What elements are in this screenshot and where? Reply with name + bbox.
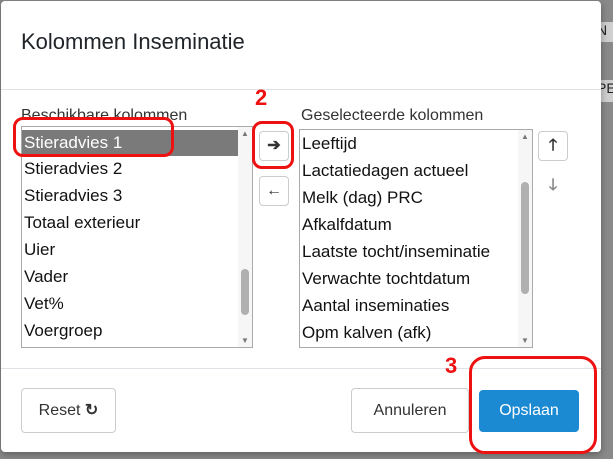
scroll-down-icon[interactable]: ▼	[238, 336, 252, 345]
arrow-left-icon: ←	[266, 182, 282, 199]
selected-scrollbar[interactable]: ▲ ▼	[518, 130, 532, 347]
list-item[interactable]: Afkalfdatum	[302, 212, 392, 238]
list-item[interactable]: Stieradvies 3	[24, 183, 122, 209]
scroll-up-icon[interactable]: ▲	[518, 132, 532, 141]
list-item[interactable]: Uier	[24, 237, 55, 263]
annotation-ring-available	[13, 117, 174, 157]
list-item[interactable]: Opm kalven (afk)	[302, 320, 431, 346]
available-columns-list[interactable]: Stieradvies 1 Stieradvies 2 Stieradvies …	[21, 126, 253, 348]
annotation-step-3: 3	[445, 353, 458, 378]
scroll-up-icon[interactable]: ▲	[238, 129, 252, 138]
list-item[interactable]: Lactatiedagen actueel	[302, 158, 468, 184]
arrow-down-icon: 🡓	[548, 177, 558, 194]
annotation-step-2: 2	[255, 85, 268, 110]
move-up-button[interactable]: 🡑	[538, 131, 568, 161]
arrow-up-icon: 🡑	[548, 137, 558, 154]
move-left-button[interactable]: ←	[259, 176, 289, 206]
reset-label: Reset	[38, 402, 81, 419]
available-scrollbar[interactable]: ▲ ▼	[238, 127, 252, 347]
cancel-button[interactable]: Annuleren	[351, 388, 469, 433]
annotation-ring-save	[469, 356, 597, 454]
selected-columns-label: Geselecteerde kolommen	[301, 107, 484, 124]
annotation-ring-move	[252, 121, 294, 169]
list-item[interactable]: Aantal inseminaties	[302, 293, 449, 319]
move-down-button[interactable]: 🡓	[538, 171, 568, 201]
list-item[interactable]: Vader	[24, 264, 68, 290]
scroll-down-icon[interactable]: ▼	[518, 336, 532, 345]
list-item[interactable]: Totaal exterieur	[24, 210, 140, 236]
list-item[interactable]: Vet%	[24, 291, 64, 317]
reset-button[interactable]: Reset ↻	[21, 388, 116, 433]
list-item[interactable]: Leeftijd	[302, 131, 357, 157]
list-item[interactable]: Verwachte tochtdatum	[302, 266, 470, 292]
list-item[interactable]: Voergroep	[24, 318, 102, 344]
scrollbar-thumb[interactable]	[241, 269, 249, 315]
list-item[interactable]: Stieradvies 2	[24, 156, 122, 182]
selected-columns-list[interactable]: Leeftijd Lactatiedagen actueel Melk (dag…	[299, 129, 533, 348]
dialog-header: Kolommen Inseminatie	[1, 1, 601, 90]
list-item[interactable]: Laatste tocht/inseminatie	[302, 239, 490, 265]
refresh-icon: ↻	[84, 402, 99, 419]
dialog-title: Kolommen Inseminatie	[21, 29, 245, 54]
list-item[interactable]: Melk (dag) PRC	[302, 185, 423, 211]
scrollbar-thumb[interactable]	[521, 182, 529, 294]
